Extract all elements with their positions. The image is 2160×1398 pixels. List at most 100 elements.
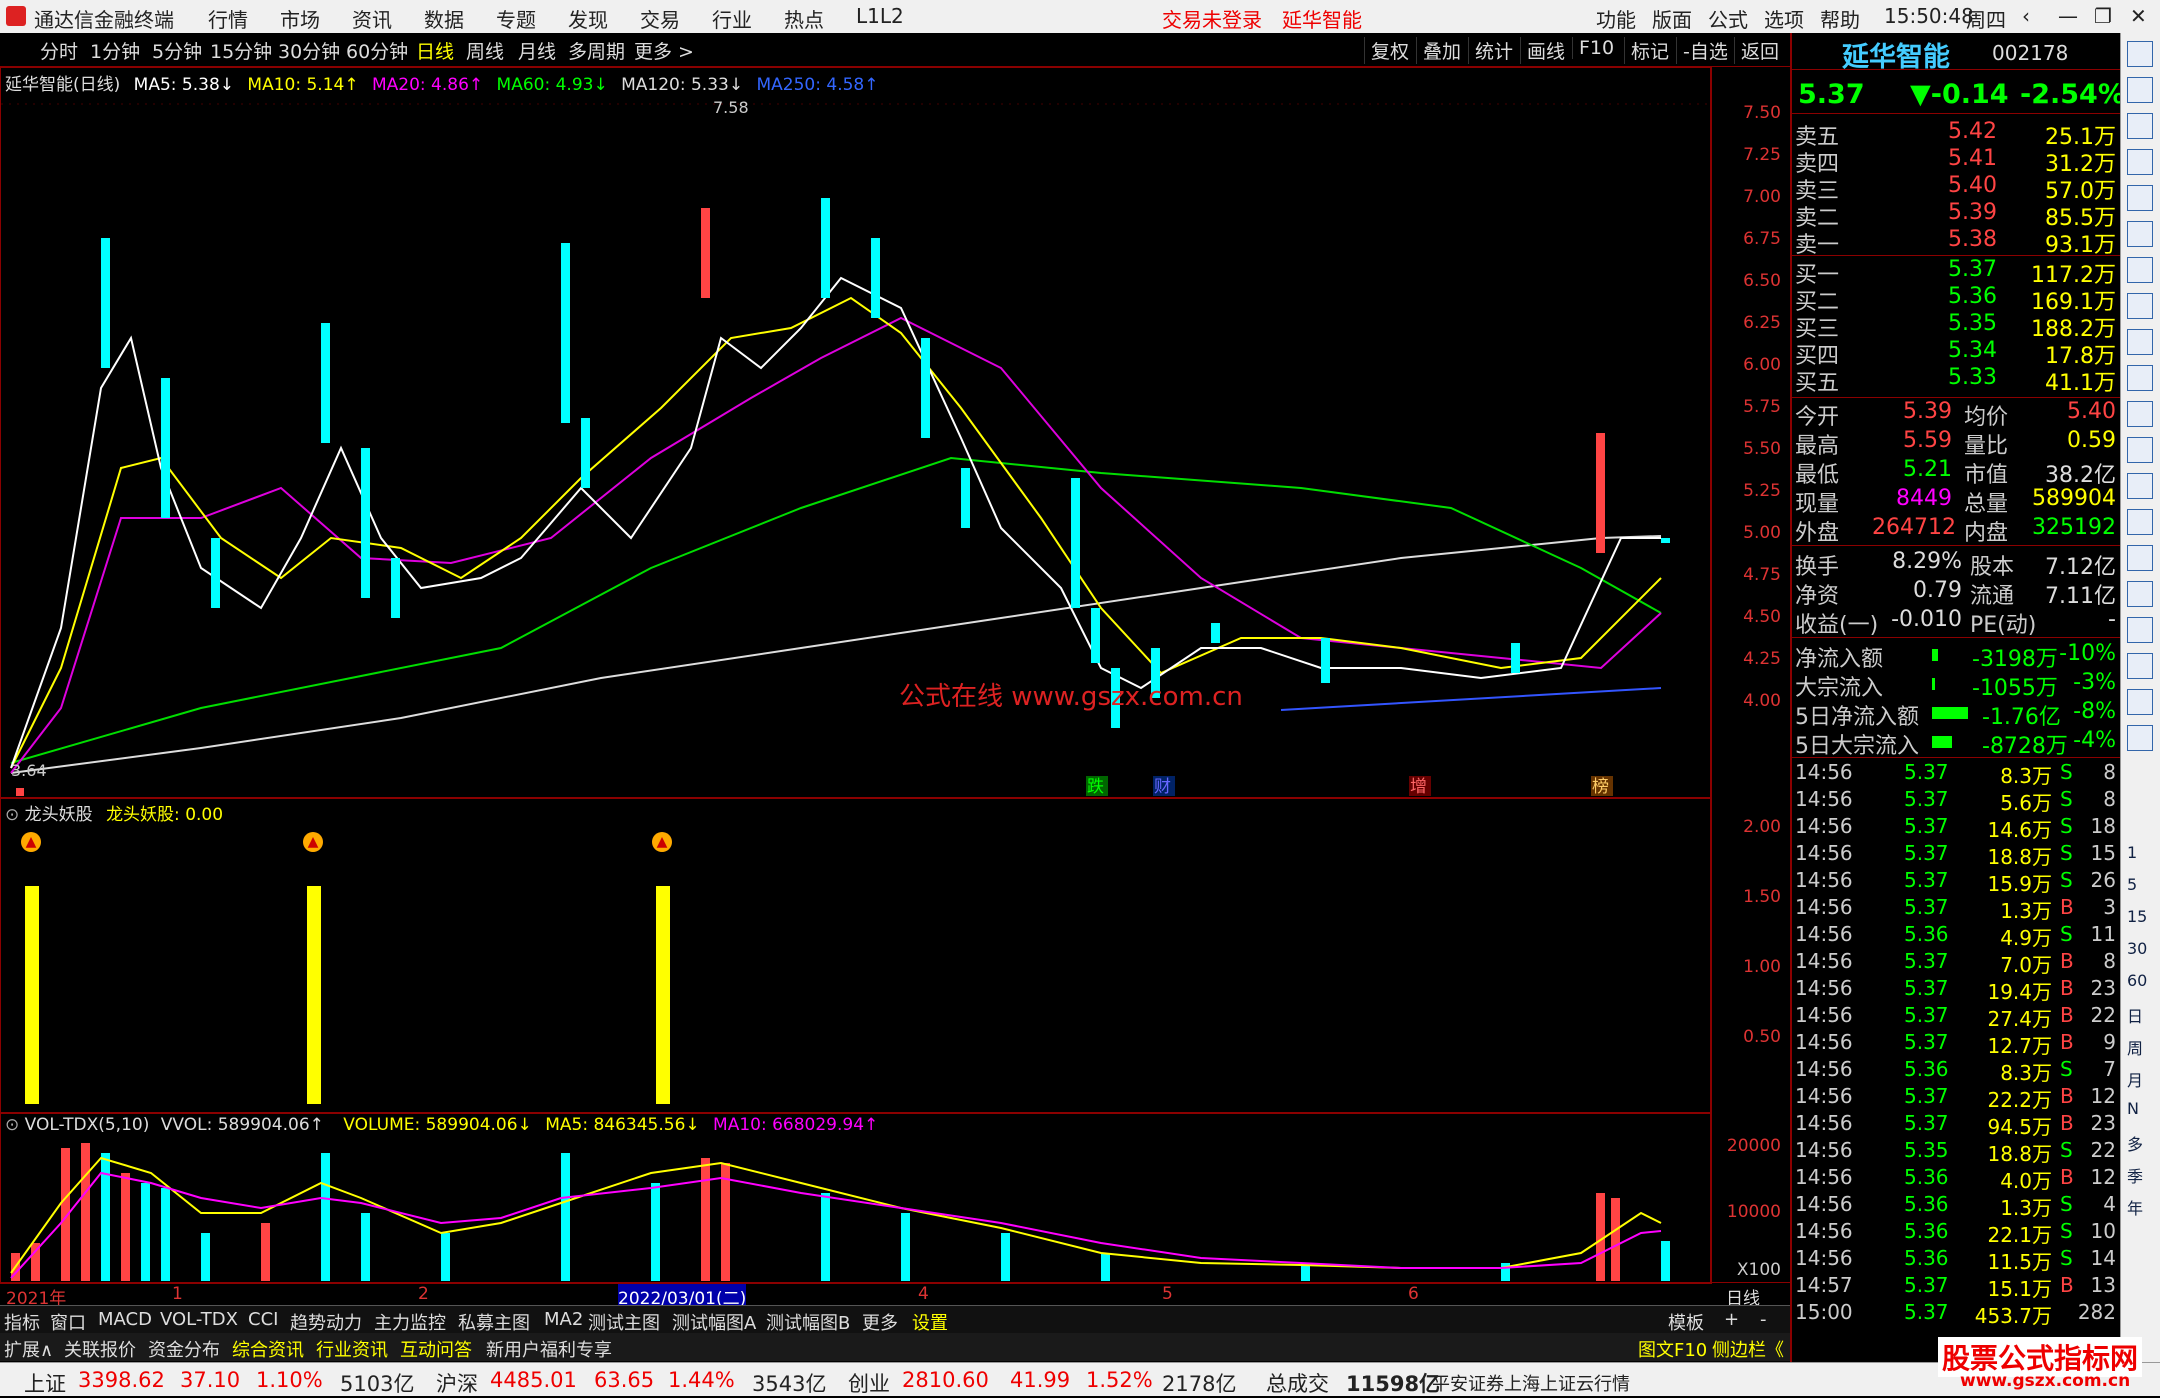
menu-data[interactable]: 数据 [424, 4, 464, 33]
sidebar-tool-icon[interactable] [2127, 257, 2153, 283]
menu-quotes[interactable]: 行情 [208, 4, 248, 33]
sidebar-tool-icon[interactable] [2127, 149, 2153, 175]
tf-more[interactable]: 更多 > [634, 37, 694, 64]
menu-hot[interactable]: 热点 [784, 4, 824, 33]
sidebar-period-3[interactable]: 30 [2127, 939, 2147, 958]
sidebar-period-2[interactable]: 15 [2127, 907, 2147, 926]
price-chart-panel[interactable]: 延华智能(日线) MA5: 5.38↓ MA10: 5.14↑ MA20: 4.… [0, 67, 1712, 799]
tab-sidebar[interactable]: 侧边栏《 [1712, 1336, 1784, 1362]
sidebar-tool-icon[interactable] [2127, 293, 2153, 319]
tf-weekly[interactable]: 周线 [466, 37, 504, 64]
tab-main-monitor[interactable]: 主力监控 [374, 1309, 446, 1335]
tab-cci[interactable]: CCI [248, 1309, 278, 1330]
menu-trade[interactable]: 交易 [640, 4, 680, 33]
menu-help[interactable]: 帮助 [1820, 4, 1860, 33]
close-icon[interactable]: ✕ [2130, 4, 2147, 28]
tab-window[interactable]: 窗口 [50, 1309, 86, 1335]
back-arrow-icon[interactable]: ‹ [2022, 4, 2030, 28]
sidebar-tool-icon[interactable] [2127, 689, 2153, 715]
btn-remove-watch[interactable]: -自选 [1676, 37, 1734, 64]
volume-panel[interactable]: ⊙ VOL-TDX(5,10) VVOL: 589904.06↑ VOLUME:… [0, 1112, 1712, 1284]
hs-index-name[interactable]: 沪深 [436, 1368, 478, 1398]
sidebar-tool-icon[interactable] [2127, 77, 2153, 103]
tf-monthly[interactable]: 月线 [518, 37, 556, 64]
login-status[interactable]: 交易未登录 [1162, 4, 1262, 33]
menu-l1l2[interactable]: L1L2 [856, 4, 904, 28]
tab-new-user[interactable]: 新用户福利专享 [486, 1336, 612, 1362]
btn-stats[interactable]: 统计 [1468, 37, 1519, 64]
minimize-icon[interactable]: — [2058, 4, 2078, 28]
tf-30min[interactable]: 30分钟 [278, 37, 340, 64]
tab-settings[interactable]: 设置 [912, 1309, 948, 1335]
sidebar-tool-icon[interactable] [2127, 509, 2153, 535]
sidebar-tool-icon[interactable] [2127, 113, 2153, 139]
btn-mark[interactable]: 标记 [1624, 37, 1675, 64]
tab-indicator[interactable]: 指标 [4, 1309, 40, 1335]
tab-test-sub-b[interactable]: 测试幅图B [766, 1309, 850, 1335]
tf-60min[interactable]: 60分钟 [346, 37, 408, 64]
indicator-toggle-icon[interactable]: ⊙ [5, 805, 19, 825]
sidebar-period-1[interactable]: 5 [2127, 875, 2137, 894]
tab-general-news[interactable]: 综合资讯 [232, 1336, 304, 1362]
tab-industry-news[interactable]: 行业资讯 [316, 1336, 388, 1362]
tab-vol-tdx[interactable]: VOL-TDX [160, 1309, 238, 1330]
btn-overlay[interactable]: 叠加 [1416, 37, 1467, 64]
tab-f10[interactable]: 图文F10 [1638, 1336, 1707, 1362]
btn-draw[interactable]: 画线 [1520, 37, 1571, 64]
sidebar-period-10[interactable]: 季 [2127, 1163, 2143, 1187]
restore-icon[interactable]: ❐ [2094, 4, 2112, 28]
sidebar-period-4[interactable]: 60 [2127, 971, 2147, 990]
tf-multi[interactable]: 多周期 [568, 37, 625, 64]
sidebar-tool-icon[interactable] [2127, 473, 2153, 499]
menu-industry[interactable]: 行业 [712, 4, 752, 33]
sidebar-tool-icon[interactable] [2127, 365, 2153, 391]
menu-topics[interactable]: 专题 [496, 4, 536, 33]
sidebar-tool-icon[interactable] [2127, 437, 2153, 463]
sidebar-tool-icon[interactable] [2127, 725, 2153, 751]
sidebar-tool-icon[interactable] [2127, 401, 2153, 427]
sidebar-tool-icon[interactable] [2127, 617, 2153, 643]
sidebar-tool-icon[interactable] [2127, 221, 2153, 247]
tf-5min[interactable]: 5分钟 [152, 37, 202, 64]
tab-test-sub-a[interactable]: 测试幅图A [672, 1309, 756, 1335]
tf-daily[interactable]: 日线 [416, 37, 454, 64]
sidebar-tool-icon[interactable] [2127, 185, 2153, 211]
menu-function[interactable]: 功能 [1596, 4, 1636, 33]
tab-qa[interactable]: 互动问答 [400, 1336, 472, 1362]
tab-macd[interactable]: MACD [98, 1309, 152, 1330]
sidebar-tool-icon[interactable] [2127, 329, 2153, 355]
indicator-panel[interactable]: ⊙ 龙头妖股 龙头妖股: 0.00 ▲ ▲ ▲ [0, 797, 1712, 1114]
sidebar-period-9[interactable]: 多 [2127, 1131, 2143, 1155]
tf-intraday[interactable]: 分时 [40, 37, 78, 64]
tab-template[interactable]: 模板 [1668, 1309, 1704, 1335]
sidebar-period-7[interactable]: 月 [2127, 1067, 2143, 1091]
tf-1min[interactable]: 1分钟 [90, 37, 140, 64]
sidebar-period-6[interactable]: 周 [2127, 1035, 2143, 1059]
cy-index-name[interactable]: 创业 [848, 1368, 890, 1398]
tab-more[interactable]: 更多 [862, 1309, 898, 1335]
sh-index-name[interactable]: 上证 [24, 1368, 66, 1398]
sidebar-period-8[interactable]: N [2127, 1099, 2139, 1118]
menu-options[interactable]: 选项 [1764, 4, 1804, 33]
tf-15min[interactable]: 15分钟 [210, 37, 272, 64]
tab-test-main[interactable]: 测试主图 [588, 1309, 660, 1335]
menu-news[interactable]: 资讯 [352, 4, 392, 33]
tick-list[interactable]: 14:56 5.37 8.3万 S 8 14:56 5.37 5.6万 S 8 14:56 5.37 1… [1792, 760, 2122, 1330]
menu-market[interactable]: 市场 [280, 4, 320, 33]
tab-fund-flow[interactable]: 资金分布 [148, 1336, 220, 1362]
sidebar-tool-icon[interactable] [2127, 545, 2153, 571]
sidebar-tool-icon[interactable] [2127, 581, 2153, 607]
tab-expand[interactable]: 扩展∧ [4, 1336, 53, 1362]
btn-adjust[interactable]: 复权 [1364, 37, 1415, 64]
tab-trend[interactable]: 趋势动力 [290, 1309, 362, 1335]
tab-add[interactable]: + [1724, 1309, 1739, 1330]
btn-back[interactable]: 返回 [1734, 37, 1785, 64]
tab-remove[interactable]: - [1760, 1309, 1767, 1330]
sidebar-period-11[interactable]: 年 [2127, 1195, 2143, 1219]
sidebar-period-0[interactable]: 1 [2127, 843, 2137, 862]
tab-private-main[interactable]: 私募主图 [458, 1309, 530, 1335]
sidebar-tool-icon[interactable] [2127, 653, 2153, 679]
sidebar-period-5[interactable]: 日 [2127, 1003, 2143, 1027]
menu-layout[interactable]: 版面 [1652, 4, 1692, 33]
sidebar-tool-icon[interactable] [2127, 41, 2153, 67]
